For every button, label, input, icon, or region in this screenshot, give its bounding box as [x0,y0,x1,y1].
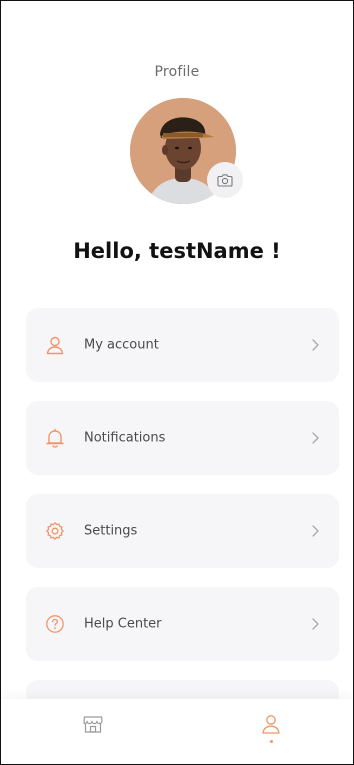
menu-item-label: Notifications [84,430,166,446]
menu-item-label: Settings [84,523,138,539]
chevron-right-icon [312,432,319,444]
greeting-heading: Hello, testName ! [73,239,281,263]
shop-icon [83,716,103,733]
menu-item-label: Help Center [84,616,162,632]
user-icon [262,715,280,734]
question-icon [43,612,67,636]
menu-item-label: My account [84,337,159,353]
user-icon [43,333,67,357]
bell-icon [43,426,67,450]
menu-item-help-center[interactable]: Help Center [26,587,339,661]
tab-shop[interactable] [73,713,113,753]
menu-item-my-account[interactable]: My account [26,308,339,382]
profile-screen: Profile Hello, testName ! My account Not… [0,0,354,765]
active-tab-indicator [269,740,273,743]
camera-icon [217,174,233,187]
menu-item-notifications[interactable]: Notifications [26,401,339,475]
chevron-right-icon [312,525,319,537]
menu-item-settings[interactable]: Settings [26,494,339,568]
page-title: Profile [154,64,200,80]
bottom-navigation [1,699,353,764]
change-photo-button[interactable] [207,162,243,198]
chevron-right-icon [312,339,319,351]
avatar-container [130,98,243,204]
gear-icon [43,519,67,543]
tab-profile[interactable] [251,713,291,753]
chevron-right-icon [312,618,319,630]
